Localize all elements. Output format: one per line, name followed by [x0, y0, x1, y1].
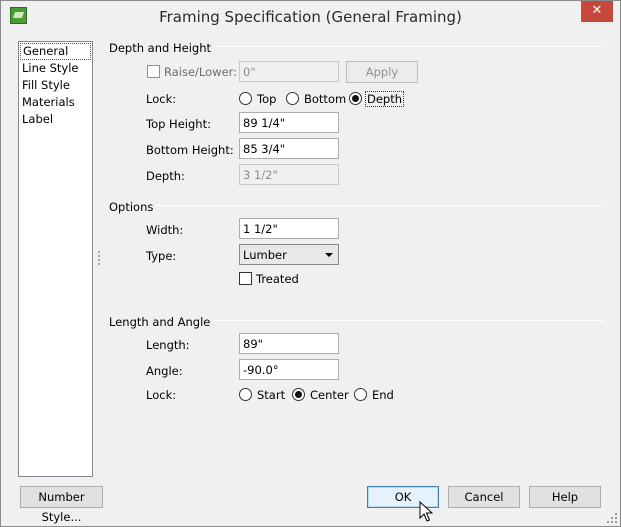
category-list: General Line Style Fill Style Materials … — [18, 41, 93, 477]
lock-bottom-label[interactable]: Bottom — [304, 92, 346, 106]
width-input[interactable]: 1 1/2" — [239, 218, 339, 239]
type-select[interactable]: Lumber — [239, 244, 339, 265]
depth-input[interactable]: 3 1/2" — [239, 164, 339, 185]
treated-label[interactable]: Treated — [256, 272, 299, 286]
cancel-button[interactable]: Cancel — [448, 486, 520, 508]
section-options: Options — [109, 200, 157, 214]
top-height-label: Top Height: — [146, 117, 211, 131]
section-divider — [151, 205, 604, 206]
help-button[interactable]: Help — [529, 486, 601, 508]
type-select-value: Lumber — [243, 248, 287, 262]
nav-item-materials[interactable]: Materials — [19, 94, 92, 111]
lock-end-label[interactable]: End — [372, 388, 394, 402]
section-divider — [197, 320, 604, 321]
angle-label: Angle: — [146, 364, 183, 378]
length-label: Length: — [146, 338, 190, 352]
lock-start-radio[interactable] — [239, 388, 252, 401]
number-style-button[interactable]: Number Style... — [20, 486, 103, 524]
section-length-angle: Length and Angle — [109, 315, 214, 329]
nav-item-line-style[interactable]: Line Style — [19, 60, 92, 77]
panel-splitter-grip[interactable] — [98, 251, 101, 269]
type-label: Type: — [146, 249, 177, 263]
close-button[interactable]: ✕ — [581, 1, 613, 22]
depth-label: Depth: — [146, 169, 185, 183]
mouse-pointer-icon — [419, 501, 433, 522]
nav-item-label[interactable]: Label — [19, 111, 92, 128]
lock-center-label[interactable]: Center — [310, 388, 349, 402]
length-lock-label: Lock: — [146, 388, 177, 402]
lock-center-radio[interactable] — [292, 388, 305, 401]
angle-input[interactable]: -90.0° — [239, 359, 339, 380]
lock-depth-label[interactable]: Depth — [365, 91, 405, 107]
width-label: Width: — [146, 223, 184, 237]
lock-end-radio[interactable] — [354, 388, 367, 401]
title-bar[interactable]: Framing Specification (General Framing) … — [1, 1, 620, 32]
lock-top-label[interactable]: Top — [257, 92, 276, 106]
nav-item-general[interactable]: General — [20, 43, 91, 60]
top-height-input[interactable]: 89 1/4" — [239, 112, 339, 133]
lock-start-label[interactable]: Start — [257, 388, 285, 402]
apply-button[interactable]: Apply — [346, 61, 418, 83]
window-title: Framing Specification (General Framing) — [159, 8, 462, 26]
section-divider — [196, 46, 604, 47]
dialog-window: Framing Specification (General Framing) … — [0, 0, 621, 527]
resize-grip-icon[interactable] — [605, 511, 617, 523]
height-lock-label: Lock: — [146, 92, 177, 106]
nav-item-fill-style[interactable]: Fill Style — [19, 77, 92, 94]
raise-lower-label: Raise/Lower: — [164, 65, 238, 79]
length-input[interactable]: 89" — [239, 333, 339, 354]
lock-bottom-radio[interactable] — [286, 92, 299, 105]
chevron-down-icon — [325, 253, 333, 257]
lock-top-radio[interactable] — [239, 92, 252, 105]
lock-depth-radio[interactable] — [349, 92, 362, 105]
raise-lower-input[interactable]: 0" — [239, 61, 339, 82]
bottom-height-input[interactable]: 85 3/4" — [239, 138, 339, 159]
treated-checkbox[interactable] — [239, 272, 252, 285]
section-depth-height: Depth and Height — [109, 41, 214, 55]
raise-lower-checkbox[interactable] — [147, 65, 160, 78]
bottom-height-label: Bottom Height: — [146, 143, 234, 157]
